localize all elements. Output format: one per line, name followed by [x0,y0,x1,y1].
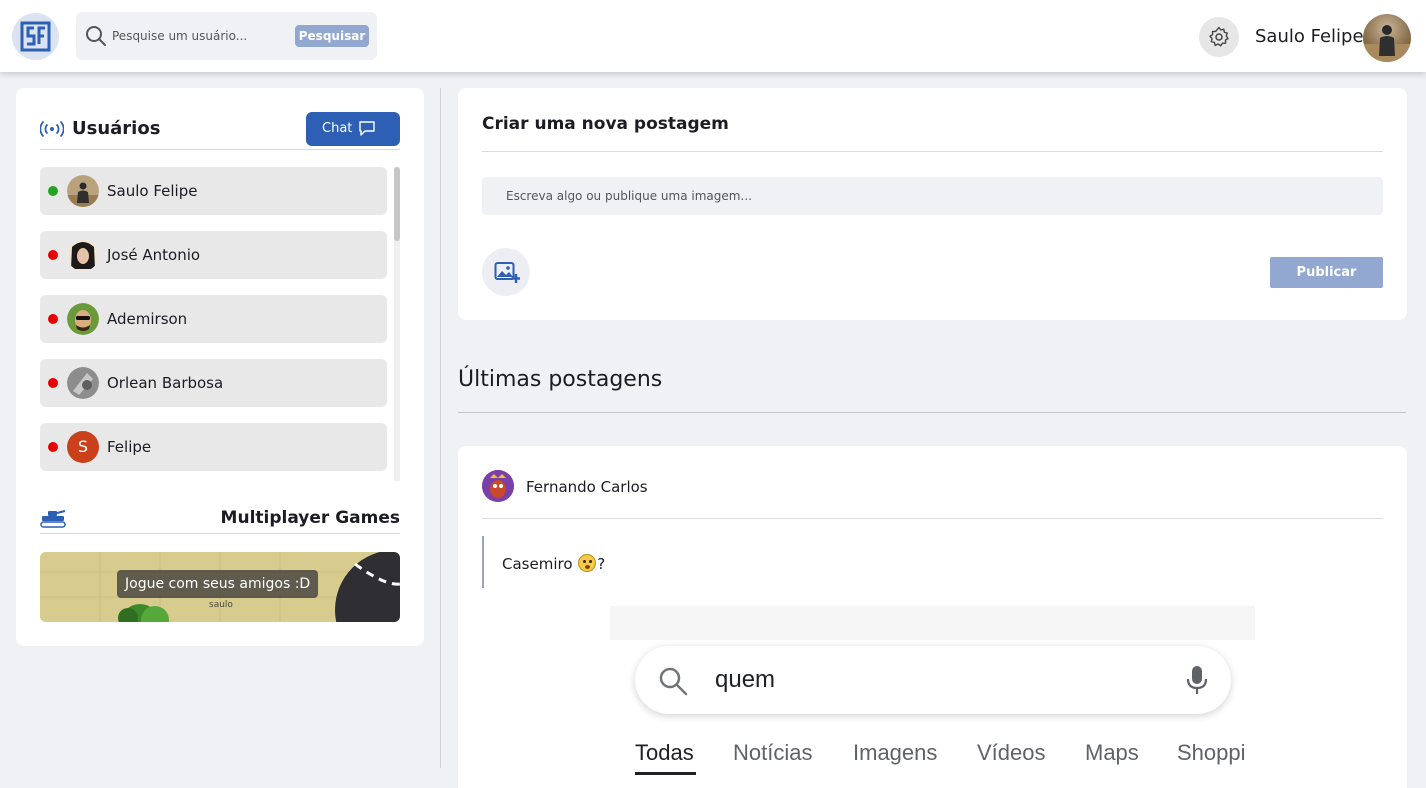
avatar-letter: S [77,437,89,456]
user-item-saulo-felipe[interactable]: Saulo Felipe [40,167,387,215]
tank-icon [40,510,66,528]
status-offline-dot [48,378,58,388]
users-title: Usuários [72,118,161,139]
user-name: Saulo Felipe [107,182,198,200]
divider [482,151,1383,152]
post-text: Casemiro ? [502,554,605,573]
person-silhouette-icon [1363,25,1411,62]
image-search-bar: quem [635,646,1231,714]
image-search-query: quem [715,666,776,693]
users-list[interactable]: Saulo Felipe José Antonio Ademirson Orle… [40,167,400,481]
image-tabs: Todas Notícias Imagens Vídeos Maps Shopp… [635,740,1255,780]
search-input[interactable] [112,24,322,48]
current-user-name[interactable]: Saulo Felipe [1255,26,1364,47]
image-tab: Imagens [853,740,938,765]
post-text-part: ? [597,555,606,573]
image-top-bar [610,606,1255,640]
add-image-button[interactable] [482,248,530,296]
status-offline-dot [48,250,58,260]
user-item-jose-antonio[interactable]: José Antonio [40,231,387,279]
feed-divider [458,412,1406,413]
chat-button-label: Chat [322,121,353,136]
game-banner-label: Jogue com seus amigos :D [117,570,319,598]
microphone-icon [1186,666,1208,694]
avatar [67,239,99,271]
image-tab: Maps [1085,740,1139,765]
create-post-card: Criar uma nova postagem Publicar [458,88,1407,320]
create-post-title: Criar uma nova postagem [482,114,729,134]
search-icon [659,667,688,696]
avatar [67,175,99,207]
post-image[interactable]: quem Todas Notícias Imagens Vídeos Maps … [610,606,1255,788]
image-tab: Notícias [733,740,813,765]
column-divider [440,88,441,768]
status-offline-dot [48,442,58,452]
active-tab-underline [635,772,696,775]
user-name: Orlean Barbosa [107,374,224,392]
status-offline-dot [48,314,58,324]
post-author-avatar[interactable] [482,470,514,502]
status-online-dot [48,186,58,196]
left-sidebar: Usuários Chat Saulo Felipe José Antonio [16,88,424,646]
post-text-part: Casemiro [502,555,578,573]
post-content: Casemiro ? [482,536,882,588]
broadcast-icon [40,120,64,138]
user-item-orlean-barbosa[interactable]: Orlean Barbosa [40,359,387,407]
chat-button[interactable]: Chat [306,112,400,146]
games-title: Multiplayer Games [220,508,400,528]
avatar: S [67,431,99,463]
feed-title: Últimas postagens [458,367,663,392]
settings-button[interactable] [1199,17,1239,57]
post-card: Fernando Carlos Casemiro ? quem Todas No… [458,446,1407,788]
users-header: Usuários Chat [40,112,400,150]
current-user-avatar[interactable] [1363,14,1411,62]
publish-button[interactable]: Publicar [1270,257,1383,288]
top-bar: Pesquisar Saulo Felipe [0,0,1426,72]
divider [482,518,1383,519]
image-tab: Todas [635,740,694,765]
post-text-input[interactable] [482,177,1383,215]
user-name: Ademirson [107,310,188,328]
flushed-face-emoji-icon [578,554,597,572]
post-author-name[interactable]: Fernando Carlos [526,478,648,496]
search-icon [86,26,106,46]
chat-bubble-icon [359,121,375,136]
add-image-icon [494,262,520,283]
gear-icon [1209,26,1229,47]
user-name: Felipe [107,438,152,456]
game-banner-small-text: saulo [209,600,233,610]
user-item-felipe[interactable]: S Felipe [40,423,387,471]
users-scrollbar-thumb[interactable] [394,167,400,241]
image-tab: Vídeos [977,740,1046,765]
avatar [67,303,99,335]
user-name: José Antonio [107,246,201,264]
app-logo[interactable] [12,13,59,60]
game-banner[interactable]: Jogue com seus amigos :D saulo [40,552,400,622]
user-item-ademirson[interactable]: Ademirson [40,295,387,343]
logo-icon [20,21,51,52]
search-button[interactable]: Pesquisar [295,25,369,47]
avatar [67,367,99,399]
image-tab: Shoppi [1177,740,1246,765]
games-header: Multiplayer Games [40,502,400,534]
